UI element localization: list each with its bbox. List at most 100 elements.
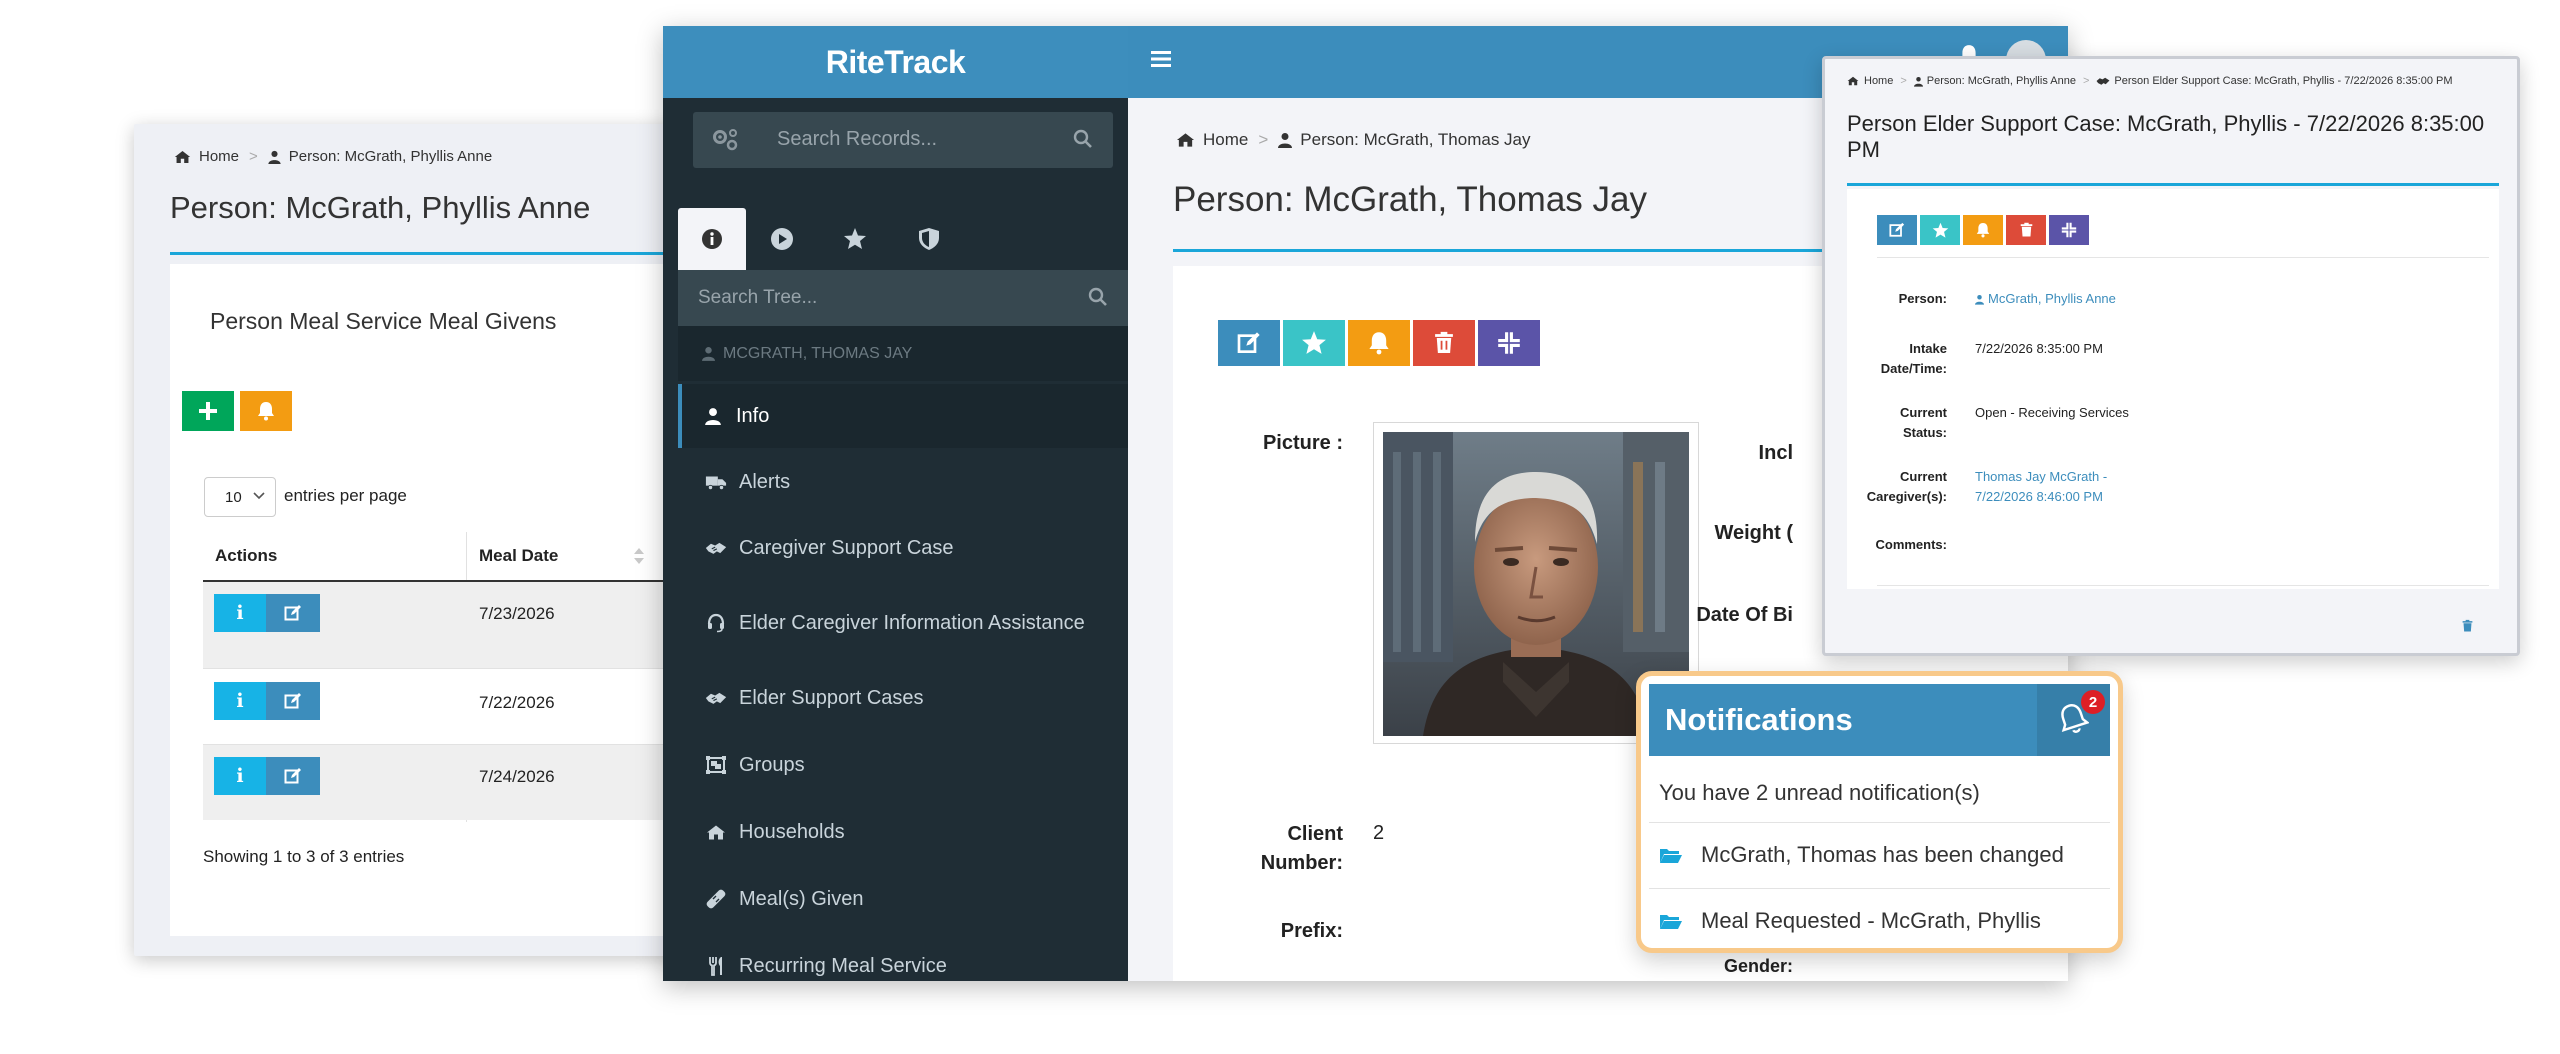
search-tree-field[interactable]: Search Tree... — [678, 270, 1128, 326]
sidebar-item-households[interactable]: Households — [663, 802, 1128, 862]
search-records-field[interactable]: Search Records... — [693, 112, 1113, 168]
client-number-label: Client Number: — [1260, 823, 1343, 874]
info-circle-icon — [702, 229, 722, 249]
favorite-button[interactable] — [1283, 320, 1345, 366]
brand-logo[interactable]: RiteTrack — [663, 26, 1128, 98]
search-icon[interactable] — [1088, 287, 1108, 307]
tab-favorites[interactable] — [843, 227, 867, 251]
edit-button[interactable] — [1218, 320, 1280, 366]
sidebar-item-groups[interactable]: Groups — [663, 735, 1128, 795]
edit-button[interactable] — [266, 757, 320, 795]
search-tree-placeholder: Search Tree... — [698, 287, 818, 308]
sort-icon[interactable] — [633, 546, 645, 566]
meal-givens-card: Person Meal Service Meal Givens 10 entri… — [170, 264, 734, 936]
breadcrumb-home-label[interactable]: Home — [1203, 130, 1248, 150]
caregiver-link[interactable]: Thomas Jay McGrath - 7/22/2026 8:46:00 P… — [1975, 467, 2125, 507]
person-link-label[interactable]: McGrath, Phyllis Anne — [1988, 289, 2116, 309]
edit-button[interactable] — [266, 682, 320, 720]
col-actions-header[interactable]: Actions — [215, 546, 277, 566]
breadcrumb-person[interactable]: Person: McGrath, Thomas Jay — [1278, 130, 1531, 150]
sidebar-item-meals-given[interactable]: Meal(s) Given — [663, 869, 1128, 929]
shield-icon — [919, 228, 939, 250]
breadcrumb-home-label[interactable]: Home — [199, 148, 239, 165]
favorite-button[interactable] — [1920, 215, 1960, 245]
info-button[interactable]: i — [214, 682, 266, 720]
user-icon — [1975, 294, 1984, 305]
notify-button[interactable] — [240, 391, 292, 431]
table-row: i 7/22/2026 — [203, 668, 734, 744]
entries-select-value: 10 — [225, 488, 242, 506]
info-button[interactable]: i — [214, 594, 266, 632]
plus-icon — [199, 402, 217, 420]
breadcrumb-person[interactable]: Person: McGrath, Phyllis Anne — [1913, 75, 2076, 87]
home-icon — [705, 824, 727, 841]
breadcrumb-person[interactable]: Person: McGrath, Phyllis Anne — [268, 148, 492, 165]
person-link[interactable]: McGrath, Phyllis Anne — [1975, 289, 2116, 309]
sidebar-item-label: Households — [739, 820, 845, 843]
entries-select[interactable]: 10 — [204, 477, 276, 517]
truck-icon — [705, 473, 727, 491]
col-meal-date-header[interactable]: Meal Date — [479, 546, 558, 566]
edit-button[interactable] — [266, 594, 320, 632]
edit-button[interactable] — [1877, 215, 1917, 245]
notification-item[interactable]: McGrath, Thomas has been changed — [1649, 823, 2110, 887]
breadcrumb-home-label[interactable]: Home — [1864, 75, 1893, 87]
title-underline — [170, 252, 734, 255]
info-button[interactable]: i — [214, 757, 266, 795]
entries-label: entries per page — [284, 486, 407, 505]
breadcrumb-separator: > — [249, 148, 258, 165]
client-number-value: 2 — [1373, 822, 1385, 844]
breadcrumb-case-label[interactable]: Person Elder Support Case: McGrath, Phyl… — [2114, 75, 2452, 87]
collapse-button[interactable] — [1478, 320, 1540, 366]
sidebar-item-label: Elder Caregiver Information Assistance — [739, 611, 1085, 634]
add-button[interactable] — [182, 391, 234, 431]
notifications-title: Notifications — [1665, 702, 1853, 737]
notification-item[interactable]: Meal Requested - McGrath, Phyllis — [1649, 889, 2110, 948]
sidebar-item-elder-support-cases[interactable]: Elder Support Cases — [663, 668, 1128, 728]
tab-security[interactable] — [918, 227, 940, 251]
bell-icon — [258, 402, 274, 421]
notification-text: Meal Requested - McGrath, Phyllis — [1701, 908, 2041, 933]
meal-date-cell: 7/24/2026 — [479, 767, 555, 786]
delete-button[interactable] — [1413, 320, 1475, 366]
home-icon — [1847, 76, 1859, 86]
sidebar-item-caregiver-support-case[interactable]: Caregiver Support Case — [663, 518, 1128, 578]
breadcrumb-person-label[interactable]: Person: McGrath, Thomas Jay — [1300, 130, 1530, 150]
notification-count-badge: 2 — [2081, 690, 2105, 714]
search-icon[interactable] — [1073, 129, 1093, 149]
case-detail-card: Person: McGrath, Phyllis Anne Intake Dat… — [1847, 189, 2499, 589]
notifications-bell-button[interactable]: 2 — [2037, 684, 2110, 756]
sidebar-item-recurring-meal[interactable]: Recurring Meal Service — [663, 936, 1128, 981]
breadcrumb-person-label[interactable]: Person: McGrath, Phyllis Anne — [1927, 75, 2076, 87]
breadcrumb-home[interactable]: Home — [174, 148, 239, 165]
edit-icon — [1237, 332, 1260, 353]
tab-info[interactable] — [678, 208, 746, 270]
bandage-icon — [705, 889, 727, 909]
home-icon — [1176, 132, 1195, 148]
sidebar-item-alerts[interactable]: Alerts — [663, 452, 1128, 512]
breadcrumb: Home > Person: McGrath, Thomas Jay — [1176, 130, 1531, 150]
hamburger-icon[interactable] — [1150, 49, 1172, 69]
breadcrumb-person-label[interactable]: Person: McGrath, Phyllis Anne — [289, 148, 492, 165]
breadcrumb-home[interactable]: Home — [1847, 75, 1893, 87]
meal-date-cell: 7/22/2026 — [479, 693, 555, 712]
collapse-button[interactable] — [2049, 215, 2089, 245]
user-icon — [268, 150, 281, 164]
sidebar-item-label: Alerts — [739, 470, 791, 493]
tab-activity[interactable] — [770, 227, 794, 251]
breadcrumb-home[interactable]: Home — [1176, 130, 1248, 150]
notify-button[interactable] — [1963, 215, 2003, 245]
sidebar-item-elder-caregiver-info[interactable]: Elder Caregiver Information Assistance — [663, 593, 1128, 653]
delete-button[interactable] — [2006, 215, 2046, 245]
handshake-icon — [705, 689, 727, 707]
intake-value: 7/22/2026 8:35:00 PM — [1975, 341, 2103, 356]
prefix-label: Prefix: — [1280, 920, 1343, 942]
notify-button[interactable] — [1348, 320, 1410, 366]
sidebar-item-info[interactable]: Info — [678, 384, 1128, 448]
user-icon — [1278, 132, 1293, 148]
breadcrumb-case[interactable]: Person Elder Support Case: McGrath, Phyl… — [2096, 75, 2453, 87]
star-icon — [1302, 331, 1326, 354]
breadcrumb: Home > Person: McGrath, Phyllis Anne > P… — [1847, 75, 2453, 87]
trash-icon[interactable] — [2462, 619, 2473, 633]
person-phyllis-window: Home > Person: McGrath, Phyllis Anne Per… — [134, 124, 734, 956]
